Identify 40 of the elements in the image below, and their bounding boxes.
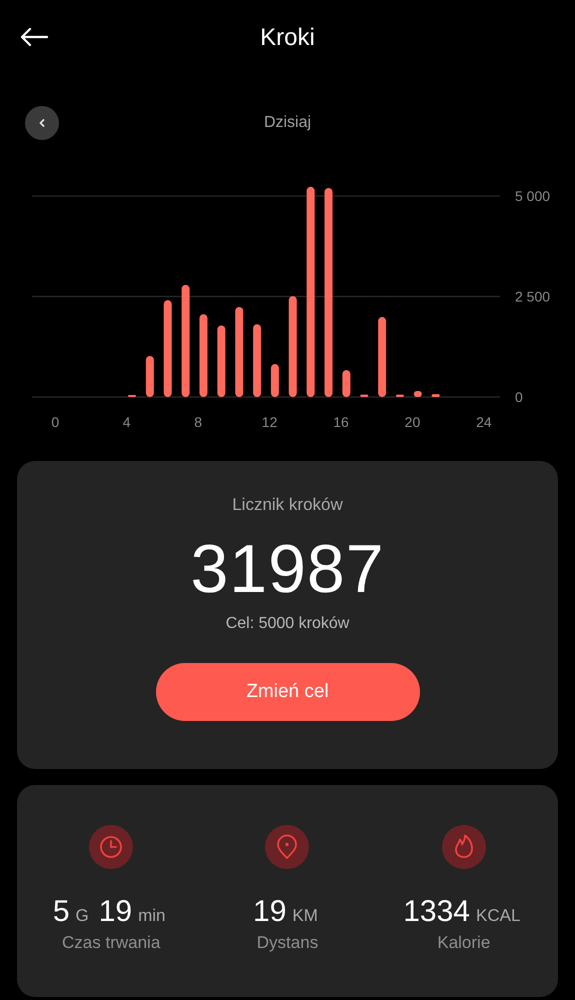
back-arrow-icon[interactable] bbox=[20, 27, 48, 47]
step-count: 31987 bbox=[190, 530, 385, 609]
stat-unit: KCAL bbox=[476, 906, 520, 926]
period-label: Dzisiaj bbox=[264, 114, 312, 132]
stat-label: Dystans bbox=[256, 933, 318, 953]
stat-value: 1334 bbox=[403, 895, 470, 929]
chart-bar bbox=[432, 394, 440, 397]
location-pin-icon bbox=[265, 825, 310, 869]
chart-bar bbox=[360, 394, 368, 397]
x-tick-label: 20 bbox=[404, 414, 420, 430]
clock-icon bbox=[89, 825, 134, 869]
counter-title: Licznik kroków bbox=[232, 495, 343, 515]
chart-bar bbox=[414, 390, 422, 397]
flame-icon bbox=[442, 825, 486, 869]
stat-unit: G bbox=[76, 906, 89, 926]
page-title: Kroki bbox=[260, 24, 315, 52]
stat-label: Czas trwania bbox=[62, 933, 160, 953]
chart-bar bbox=[396, 394, 404, 397]
stat-value: 19 bbox=[98, 895, 132, 929]
x-tick-label: 12 bbox=[262, 414, 278, 430]
stat-value: 5 bbox=[52, 895, 70, 929]
change-goal-button[interactable]: Zmień cel bbox=[156, 663, 420, 721]
chart-bar bbox=[217, 325, 226, 397]
goal-text: Cel: 5000 kroków bbox=[226, 615, 350, 633]
x-tick-label: 0 bbox=[51, 414, 60, 430]
x-tick-label: 24 bbox=[476, 414, 492, 430]
y-tick-label: 5 000 bbox=[515, 188, 550, 204]
stat-unit: min bbox=[138, 906, 166, 926]
stat-value: 19 bbox=[253, 895, 286, 929]
stat-label: Kalorie bbox=[437, 933, 490, 953]
chevron-left-icon bbox=[37, 118, 47, 128]
x-tick-label: 16 bbox=[333, 414, 349, 430]
chart-bar bbox=[146, 356, 154, 397]
chart-bar bbox=[270, 364, 279, 397]
y-tick-label: 0 bbox=[515, 389, 523, 405]
x-tick-label: 4 bbox=[122, 414, 131, 430]
y-tick-label: 2 500 bbox=[515, 288, 550, 305]
stat-unit: KM bbox=[292, 906, 318, 926]
chart-bar bbox=[342, 370, 350, 397]
x-tick-label: 8 bbox=[194, 414, 202, 430]
